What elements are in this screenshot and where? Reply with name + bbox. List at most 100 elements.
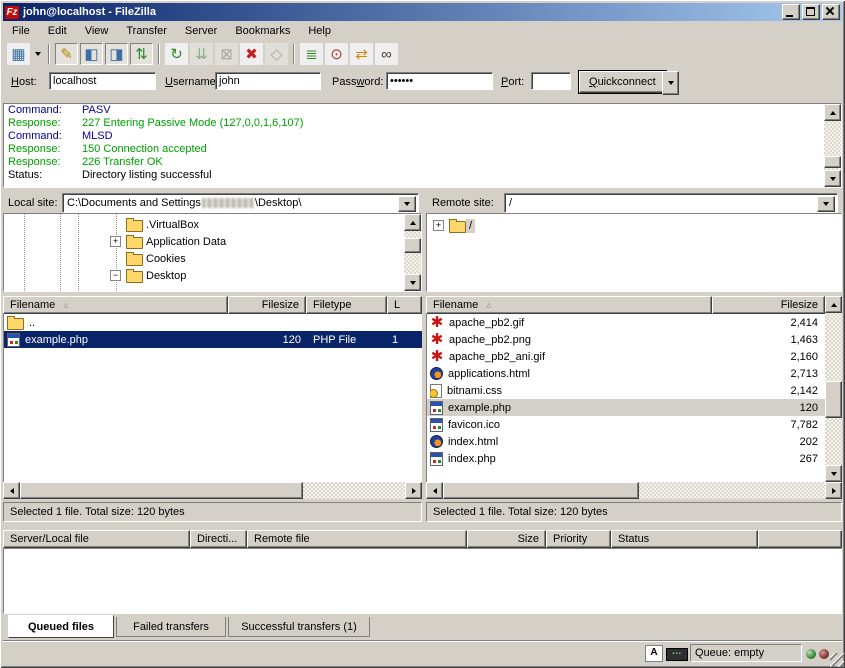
column-header-label: L	[394, 299, 400, 311]
menu-file[interactable]: File	[3, 22, 39, 40]
tree-item[interactable]: Cookies	[126, 250, 189, 267]
file-row[interactable]: ..	[4, 314, 422, 331]
close-button[interactable]	[822, 4, 840, 20]
scrollbar-thumb[interactable]	[404, 238, 421, 253]
scroll-right-button[interactable]	[825, 482, 842, 499]
menu-bookmarks[interactable]: Bookmarks	[226, 22, 299, 40]
file-row[interactable]: ✱apache_pb2.png1,463	[427, 331, 842, 348]
cancel-operation-button[interactable]: ⊠	[215, 43, 238, 65]
menu-help[interactable]: Help	[299, 22, 340, 40]
process-queue-button[interactable]: ⇊	[190, 43, 213, 65]
quickconnect-button[interactable]: Quickconnect	[579, 71, 666, 93]
folder-icon	[126, 271, 143, 283]
column-header-filetype[interactable]: Filetype	[306, 296, 387, 314]
filezilla-app-icon[interactable]: Fz	[5, 6, 19, 19]
scroll-down-button[interactable]	[404, 274, 421, 291]
message-log-scrollbar[interactable]	[824, 104, 841, 187]
menu-view[interactable]: View	[76, 22, 118, 40]
scroll-right-button[interactable]	[405, 482, 422, 499]
menu-edit[interactable]: Edit	[39, 22, 76, 40]
port-input[interactable]	[531, 72, 571, 90]
encryption-indicator-icon[interactable]	[666, 648, 688, 661]
file-row[interactable]: favicon.ico7,782	[427, 416, 842, 433]
queue-column-header-directi[interactable]: Directi...	[190, 530, 247, 548]
tab-failed-transfers[interactable]: Failed transfers	[116, 617, 226, 637]
tab-successful-transfers----[interactable]: Successful transfers (1)	[228, 617, 370, 637]
maximize-button[interactable]	[802, 4, 820, 20]
local-tree-scrollbar[interactable]	[404, 214, 421, 291]
file-row[interactable]: ✱apache_pb2.gif2,414	[427, 314, 842, 331]
remote-path-combobox[interactable]: /	[504, 193, 838, 213]
refresh-button[interactable]: ↻	[165, 43, 188, 65]
file-row[interactable]: index.php267	[427, 450, 842, 467]
file-row[interactable]: applications.html2,713	[427, 365, 842, 382]
column-header-l[interactable]: L	[387, 296, 422, 314]
expand-icon[interactable]: +	[110, 236, 121, 247]
filter-button[interactable]: ≣	[300, 43, 323, 65]
scroll-up-button[interactable]	[825, 296, 842, 313]
menu-transfer[interactable]: Transfer	[117, 22, 176, 40]
username-input[interactable]	[215, 72, 321, 90]
tree-item[interactable]: /	[449, 217, 475, 234]
collapse-icon[interactable]: −	[110, 270, 121, 281]
scrollbar-thumb[interactable]	[825, 381, 842, 418]
local-path-combobox[interactable]: C:\Documents and Settings\Desktop\	[62, 193, 419, 213]
minimize-button[interactable]	[782, 4, 800, 20]
tree-item[interactable]: Application Data	[126, 233, 229, 250]
file-row[interactable]: example.php120PHP File1	[4, 331, 422, 348]
site-manager-button[interactable]: ▦	[7, 43, 30, 65]
disconnect-button[interactable]: ✖	[240, 43, 263, 65]
queue-column-header-size[interactable]: Size	[467, 530, 546, 548]
local-path-dropdown-button[interactable]	[398, 196, 416, 212]
expand-icon[interactable]: +	[433, 220, 444, 231]
scroll-down-button[interactable]	[824, 170, 841, 187]
toggle-transfer-queue-button[interactable]: ⇅	[130, 43, 153, 65]
column-header-filename[interactable]: Filename▵	[426, 296, 712, 314]
queue-column-header-serverlocalfile[interactable]: Server/Local file	[3, 530, 190, 548]
toggle-remote-tree-button[interactable]: ◨	[105, 43, 128, 65]
scrollbar-thumb[interactable]	[824, 156, 841, 168]
scroll-left-button[interactable]	[3, 482, 20, 499]
host-input[interactable]	[49, 72, 156, 90]
column-header-filename[interactable]: Filename▵	[3, 296, 228, 314]
synchronized-browsing-button[interactable]: ⇄	[350, 43, 373, 65]
resize-grip[interactable]	[830, 653, 844, 667]
file-row[interactable]: example.php120	[427, 399, 842, 416]
toggle-local-tree-button[interactable]: ◧	[80, 43, 103, 65]
queue-column-header-remotefile[interactable]: Remote file	[247, 530, 467, 548]
toggle-message-log-button[interactable]: ✎	[55, 43, 78, 65]
file-name: apache_pb2.png	[449, 334, 531, 346]
find-files-button[interactable]: ∞	[375, 43, 398, 65]
menu-server[interactable]: Server	[176, 22, 226, 40]
scroll-up-button[interactable]	[404, 214, 421, 231]
file-row[interactable]: index.html202	[427, 433, 842, 450]
column-header-filesize[interactable]: Filesize	[228, 296, 306, 314]
log-line-label: Response:	[8, 117, 82, 130]
file-row[interactable]: ✱apache_pb2_ani.gif2,160	[427, 348, 842, 365]
scroll-left-button[interactable]	[426, 482, 443, 499]
quickconnect-dropdown-button[interactable]	[662, 71, 679, 95]
scrollbar-thumb[interactable]	[443, 482, 639, 499]
queue-column-header-status[interactable]: Status	[611, 530, 758, 548]
css-file-icon	[430, 384, 442, 398]
reconnect-button[interactable]: ◇	[265, 43, 288, 65]
tree-item[interactable]: .VirtualBox	[126, 216, 202, 233]
directory-comparison-button[interactable]: ⊙	[325, 43, 348, 65]
data-type-ascii-icon[interactable]	[645, 645, 663, 662]
remote-list-scrollbar[interactable]	[825, 296, 842, 482]
scroll-down-button[interactable]	[825, 465, 842, 482]
scrollbar-thumb[interactable]	[20, 482, 303, 499]
queue-column-header-filler[interactable]	[758, 530, 842, 548]
scroll-up-button[interactable]	[824, 104, 841, 121]
file-row[interactable]: bitnami.css2,142	[427, 382, 842, 399]
tree-item[interactable]: Desktop	[126, 267, 189, 284]
remote-path-dropdown-button[interactable]	[817, 196, 835, 212]
column-header-filesize[interactable]: Filesize	[712, 296, 825, 314]
password-input[interactable]	[386, 72, 493, 90]
queue-column-header-priority[interactable]: Priority	[546, 530, 611, 548]
local-list-hscrollbar[interactable]	[3, 482, 422, 499]
remote-list-hscrollbar[interactable]	[426, 482, 842, 499]
tab-queued-files[interactable]: Queued files	[8, 615, 114, 638]
site-manager-button-dropdown[interactable]	[31, 43, 44, 65]
filezilla-window: Fz john@localhost - FileZilla FileEditVi…	[0, 0, 845, 668]
